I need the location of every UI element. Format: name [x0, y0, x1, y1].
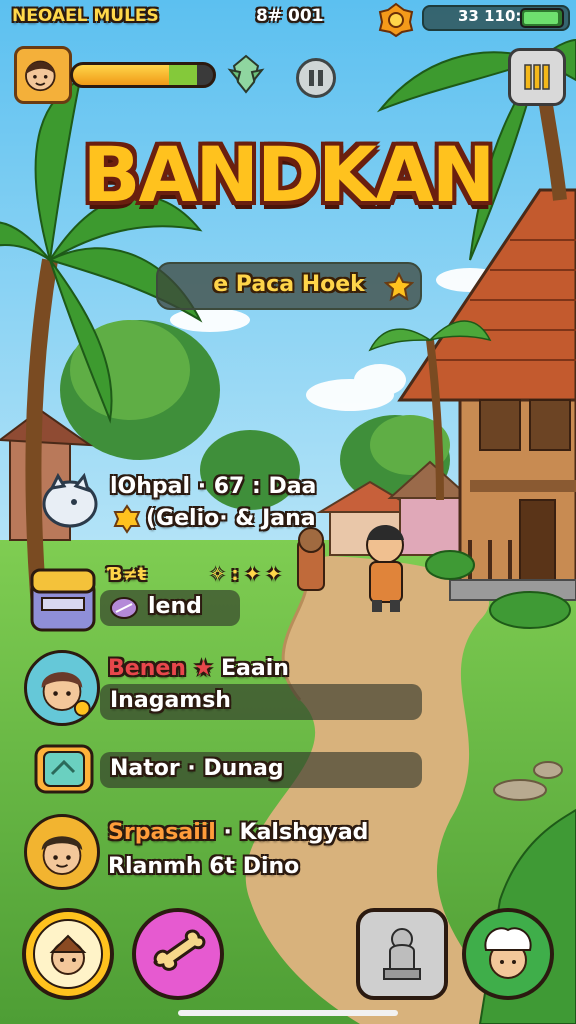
quest-3-sub: Inagamsh [110, 688, 231, 713]
treasure-chest-icon[interactable] [28, 560, 98, 636]
map-scroll-icon[interactable] [30, 738, 98, 800]
quest-5-name-b: · Kalshgyad [215, 820, 369, 845]
quest-5-name-a: Srpasaiil [108, 820, 216, 845]
menu-bars-icon [524, 64, 550, 90]
quest-3-avatar[interactable] [24, 650, 100, 726]
battery-readout: 33 110: [458, 7, 522, 25]
boy-face-icon [41, 836, 83, 876]
quest-2-label: lend [148, 594, 202, 619]
player-face-icon [25, 60, 56, 92]
hero-portrait-icon [33, 919, 103, 989]
pause-button[interactable] [296, 58, 336, 98]
ghost-pet-icon[interactable] [38, 472, 102, 532]
bone-item-icon [153, 929, 206, 971]
statue-button[interactable] [356, 908, 448, 1000]
xp-progress-tip [169, 65, 197, 85]
quest-3-name-b: Eaain [220, 656, 289, 681]
quest-1-line-1: lOhpal · 67 : Daa [110, 474, 317, 499]
quest-2-icons: ✧ ꞉ ✦ ✦ [210, 564, 282, 585]
home-indicator[interactable] [178, 1010, 398, 1016]
items-button[interactable] [132, 908, 224, 1000]
subtitle-text: e Paca Hoek [213, 272, 365, 297]
quest-1-line-2: (Gelio· & Jana [146, 506, 316, 531]
quest-5-sub: Rlanmh 6t Dino [108, 854, 300, 879]
battery-icon [520, 8, 564, 28]
statue-icon [383, 928, 421, 980]
quest-4-label: Nator · Dunag [110, 756, 284, 781]
game-title: BANDKAN [82, 130, 496, 219]
quest-3-name-a: Benen [108, 656, 186, 681]
gem-icon[interactable] [226, 52, 266, 98]
subtitle-banner[interactable]: e Paca Hoek [156, 262, 422, 310]
quest-5-name: Srpasaiil · Kalshgyad [108, 820, 368, 845]
xp-progress-fill [73, 65, 183, 85]
top-left-label: NEOAEL MULES [12, 6, 159, 26]
player-avatar[interactable] [14, 46, 72, 104]
score-readout: 8# 001 [256, 6, 324, 26]
feather-icon [110, 597, 138, 619]
quest-2-header: Ɓ≠ŧ [108, 564, 147, 585]
sun-token-icon [113, 504, 141, 534]
menu-button[interactable] [508, 48, 566, 106]
hero-button[interactable] [22, 908, 114, 1000]
xp-progress-bar [70, 62, 216, 88]
quest-3-name-sep: ★ [185, 656, 221, 681]
quest-3-name: Benen ★ Eaain [108, 656, 289, 681]
quest-5-avatar[interactable] [24, 814, 100, 890]
profile-button[interactable] [462, 908, 554, 1000]
coin-icon [378, 2, 414, 38]
chef-portrait-icon [484, 927, 532, 979]
girl-face-icon [41, 672, 91, 717]
pause-icon [309, 70, 323, 86]
star-badge-icon [384, 272, 414, 302]
